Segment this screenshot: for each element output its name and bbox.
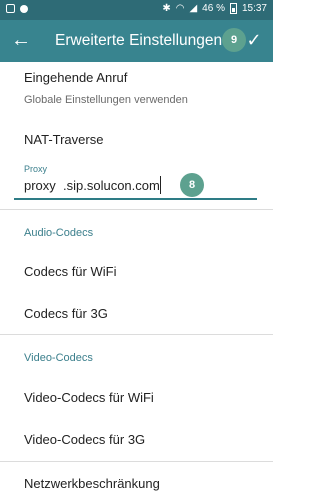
- checkmark-icon[interactable]: ✓: [243, 29, 265, 51]
- clock: 15:37: [241, 3, 267, 14]
- app-bar: ← Erweiterte Einstellungen 9 ✓: [0, 20, 273, 62]
- divider: [0, 209, 273, 210]
- system-indicators: ✱ ◠ ◢ 46 % 15:37: [162, 3, 267, 14]
- page-title: Erweiterte Einstellungen: [55, 32, 223, 49]
- arrow-left-icon[interactable]: ←: [10, 29, 32, 51]
- network-limit-setting[interactable]: Netzwerkbeschränkung: [24, 476, 160, 491]
- nat-traversal-setting[interactable]: NAT-Traverse: [24, 132, 103, 147]
- status-bar: ✱ ◠ ◢ 46 % 15:37: [0, 0, 273, 20]
- notification-icon: [6, 4, 15, 13]
- video-codecs-3g[interactable]: Video-Codecs für 3G: [24, 432, 145, 447]
- divider: [0, 461, 273, 462]
- proxy-field[interactable]: [14, 176, 257, 200]
- divider: [0, 334, 273, 335]
- video-codecs-header: Video-Codecs: [24, 352, 93, 364]
- signal-icon: ◢: [189, 3, 198, 14]
- incoming-call-summary: Globale Einstellungen verwenden: [24, 94, 188, 106]
- bluetooth-icon: ✱: [162, 3, 171, 14]
- proxy-label: Proxy: [24, 164, 48, 174]
- audio-codecs-3g[interactable]: Codecs für 3G: [24, 306, 108, 321]
- battery-icon: [229, 3, 237, 14]
- text-cursor: [160, 176, 161, 194]
- record-dot-icon: [20, 4, 28, 13]
- audio-codecs-header: Audio-Codecs: [24, 227, 94, 239]
- audio-codecs-wifi[interactable]: Codecs für WiFi: [24, 264, 116, 279]
- battery-percent: 46 %: [202, 3, 225, 14]
- notification-icons: [6, 4, 28, 13]
- wifi-icon: ◠: [175, 3, 185, 14]
- video-codecs-wifi[interactable]: Video-Codecs für WiFi: [24, 390, 154, 405]
- incoming-call-title: Eingehende Anruf: [24, 70, 128, 85]
- annotation-badge-8: 8: [180, 173, 204, 197]
